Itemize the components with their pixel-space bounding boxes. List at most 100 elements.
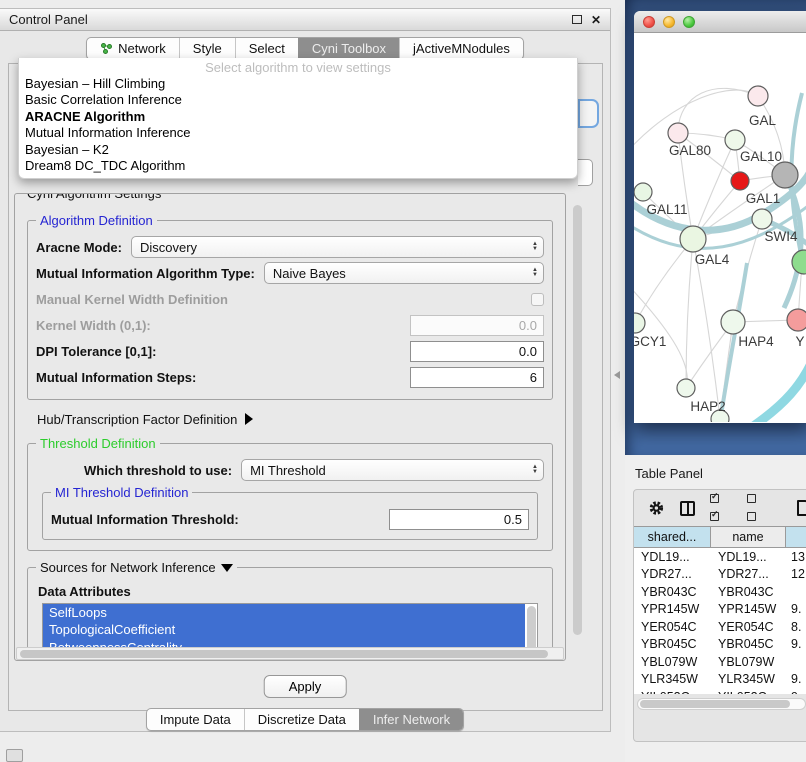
export-table-icon[interactable]	[797, 500, 806, 516]
corner-button[interactable]	[6, 749, 23, 762]
sources-expander[interactable]: Sources for Network Inference	[36, 560, 237, 575]
network-node[interactable]	[634, 313, 645, 333]
network-node[interactable]	[792, 250, 806, 274]
network-node[interactable]	[721, 310, 745, 334]
expand-arrow-icon	[245, 413, 253, 425]
cell[interactable]: YDL19...	[711, 550, 786, 564]
column-header[interactable]: shared...	[634, 527, 711, 547]
cell[interactable]: YDL19...	[634, 550, 711, 564]
tab-select[interactable]: Select	[235, 38, 298, 59]
tab-infer-network[interactable]: Infer Network	[359, 709, 463, 730]
cell[interactable]: YBL079W	[711, 655, 786, 669]
hub-definition-expander[interactable]: Hub/Transcription Factor Definition	[37, 409, 555, 429]
float-window-icon[interactable]	[572, 15, 582, 24]
algorithm-option-selected[interactable]: ARACNE Algorithm	[19, 109, 577, 125]
table-row[interactable]: YBL079W YBL079W	[634, 653, 806, 671]
cell[interactable]: YLR345W	[711, 672, 786, 686]
cell[interactable]: YDR27...	[634, 567, 711, 581]
tab-cyni-toolbox[interactable]: Cyni Toolbox	[298, 38, 399, 59]
splitpane-handle-icon[interactable]	[614, 371, 620, 379]
gear-icon[interactable]	[648, 499, 665, 517]
mi-steps-field[interactable]: 6	[410, 367, 544, 388]
network-node[interactable]	[725, 130, 745, 150]
settings-horizontal-scrollbar[interactable]	[16, 647, 564, 660]
cell[interactable]: 13	[786, 550, 806, 564]
cell[interactable]: YPR145W	[711, 602, 786, 616]
network-node[interactable]	[752, 209, 772, 229]
network-view-window[interactable]: GAL GAL80 GAL10 GAL1 SWI4 GAL11 GAL4 GCY…	[634, 11, 806, 423]
node-label: Y	[795, 334, 804, 349]
control-panel-tab-bar: Network Style Select Cyni Toolbox jActiv…	[0, 37, 610, 60]
dpi-tolerance-field[interactable]: 0.0	[410, 341, 544, 362]
close-icon[interactable]: ✕	[591, 15, 601, 25]
table-row[interactable]: YBR043C YBR043C	[634, 583, 806, 601]
cell[interactable]: 9.	[786, 672, 806, 686]
mi-algorithm-type-select[interactable]: Naive Bayes ▲▼	[264, 262, 544, 284]
attribute-item[interactable]: SelfLoops	[43, 604, 525, 621]
table-row[interactable]: YDL19... YDL19... 13	[634, 548, 806, 566]
cell[interactable]: YBR045C	[634, 637, 711, 651]
zoom-traffic-light-icon[interactable]	[683, 16, 695, 28]
cell[interactable]: YBR043C	[711, 585, 786, 599]
network-node[interactable]	[677, 379, 695, 397]
node-label: GAL11	[646, 202, 687, 217]
cell[interactable]: YER054C	[711, 620, 786, 634]
mi-threshold-field[interactable]: 0.5	[389, 509, 529, 530]
column-header[interactable]	[786, 527, 806, 547]
cell[interactable]: YLR345W	[634, 672, 711, 686]
tab-jactivemnodules[interactable]: jActiveMNodules	[399, 38, 523, 59]
algorithm-option[interactable]: Dream8 DC_TDC Algorithm	[19, 158, 577, 174]
network-node[interactable]	[634, 183, 652, 201]
cell[interactable]: YER054C	[634, 620, 711, 634]
network-window-titlebar[interactable]	[634, 11, 806, 33]
algorithm-option[interactable]: Bayesian – Hill Climbing	[19, 76, 577, 92]
close-traffic-light-icon[interactable]	[643, 16, 655, 28]
apply-button[interactable]: Apply	[264, 675, 347, 698]
network-node[interactable]	[748, 86, 768, 106]
attribute-item[interactable]: TopologicalCoefficient	[43, 621, 525, 638]
minimize-traffic-light-icon[interactable]	[663, 16, 675, 28]
network-node[interactable]	[680, 226, 706, 252]
cell[interactable]: YBL079W	[634, 655, 711, 669]
network-node[interactable]	[787, 309, 806, 331]
columns-icon[interactable]	[680, 501, 695, 516]
cell[interactable]: YIL052C	[711, 690, 786, 694]
algorithm-option[interactable]: Basic Correlation Inference	[19, 92, 577, 108]
cell[interactable]: 8.	[786, 620, 806, 634]
network-node[interactable]	[772, 162, 798, 188]
cell[interactable]: 12	[786, 567, 806, 581]
table-row[interactable]: YPR145W YPR145W 9.	[634, 601, 806, 619]
network-node[interactable]	[731, 172, 749, 190]
cell[interactable]: 9.	[786, 602, 806, 616]
cell[interactable]: YBR043C	[634, 585, 711, 599]
column-header[interactable]: name	[711, 527, 786, 547]
algorithm-option[interactable]: Bayesian – K2	[19, 142, 577, 158]
tab-style[interactable]: Style	[179, 38, 235, 59]
table-row[interactable]: YLR345W YLR345W 9.	[634, 671, 806, 689]
settings-vertical-scrollbar[interactable]	[571, 199, 584, 651]
cell[interactable]: YPR145W	[634, 602, 711, 616]
table-row[interactable]: YER054C YER054C 8.	[634, 618, 806, 636]
network-node[interactable]	[668, 123, 688, 143]
algorithm-option[interactable]: Mutual Information Inference	[19, 125, 577, 141]
cell[interactable]: YBR045C	[711, 637, 786, 651]
table-row[interactable]: YBR045C YBR045C 9.	[634, 636, 806, 654]
aracne-mode-select[interactable]: Discovery ▲▼	[131, 236, 544, 258]
network-canvas[interactable]: GAL GAL80 GAL10 GAL1 SWI4 GAL11 GAL4 GCY…	[634, 33, 806, 422]
table-panel: Table Panel shared... name YDL19... YD	[625, 455, 806, 762]
cell[interactable]: 9.	[786, 637, 806, 651]
table-row[interactable]: YIL052C YIL052C 9.	[634, 688, 806, 694]
deselect-all-columns-icon[interactable]	[747, 490, 769, 526]
tab-network[interactable]: Network	[87, 38, 179, 59]
tab-discretize-data[interactable]: Discretize Data	[244, 709, 359, 730]
which-threshold-select[interactable]: MI Threshold ▲▼	[241, 459, 544, 481]
manual-kernel-checkbox[interactable]	[531, 293, 544, 306]
cell[interactable]: 9.	[786, 690, 806, 694]
cell[interactable]: YDR27...	[711, 567, 786, 581]
cell[interactable]: YIL052C	[634, 690, 711, 694]
tab-label: Style	[193, 41, 222, 56]
table-row[interactable]: YDR27... YDR27... 12	[634, 566, 806, 584]
tab-impute-data[interactable]: Impute Data	[147, 709, 244, 730]
table-horizontal-scrollbar[interactable]	[637, 698, 806, 710]
select-all-columns-icon[interactable]	[710, 490, 732, 526]
